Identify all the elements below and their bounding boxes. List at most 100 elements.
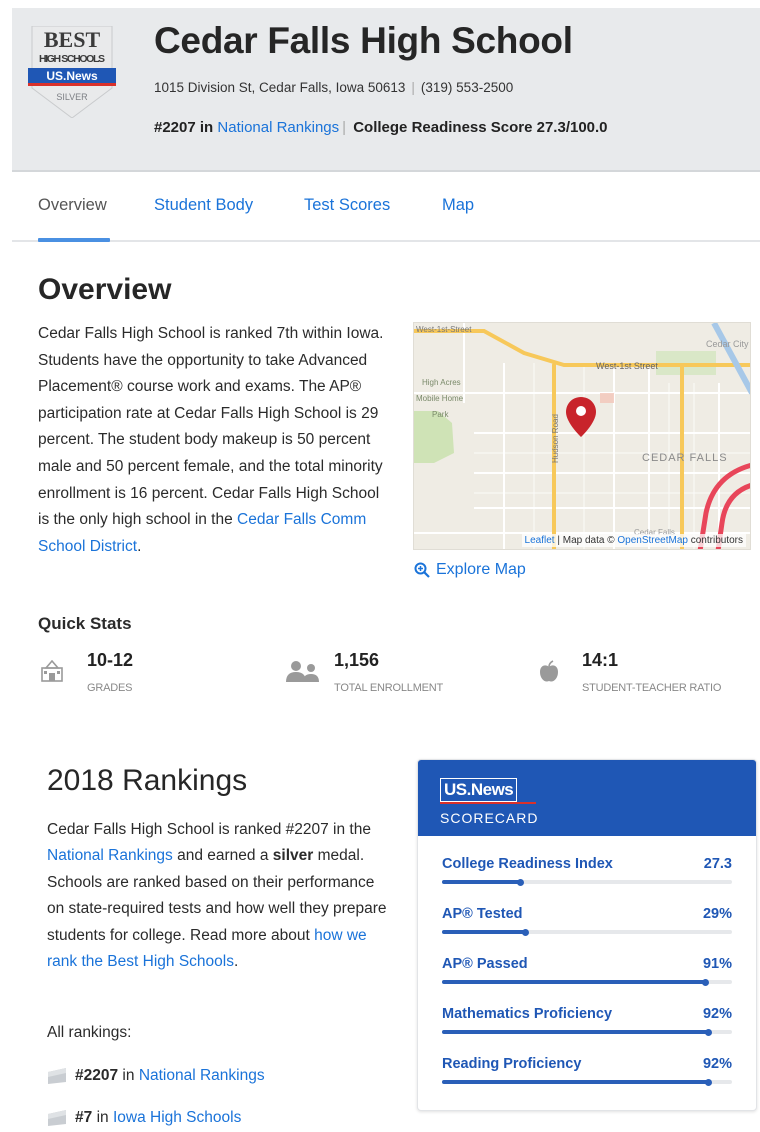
ranking-item-state: #7 in Iowa High Schools xyxy=(47,1109,241,1127)
tab-student-body[interactable]: Student Body xyxy=(154,196,253,215)
scorecard-title: SCORECARD xyxy=(440,810,539,826)
ranking-badge-icon xyxy=(48,1068,66,1084)
quick-stats-heading: Quick Stats xyxy=(38,614,132,633)
svg-text:BEST: BEST xyxy=(44,27,101,52)
ranking-in: in xyxy=(96,1109,109,1126)
scorecard-metric-label: AP® Tested xyxy=(442,906,523,922)
progress-track xyxy=(442,978,732,986)
map-attribution: Leaflet | Map data © OpenStreetMap contr… xyxy=(521,534,746,547)
ranking-in: in xyxy=(122,1067,135,1084)
svg-text:Park: Park xyxy=(432,410,449,419)
divider: | xyxy=(411,80,415,95)
stat-label: TOTAL ENROLLMENT xyxy=(334,682,444,694)
school-header: BEST HIGH SCHOOLS US.News SILVER Cedar F… xyxy=(12,8,760,172)
tab-test-scores[interactable]: Test Scores xyxy=(304,196,390,215)
svg-text:Cedar City: Cedar City xyxy=(706,339,749,349)
ranking-value: #7 xyxy=(75,1109,93,1126)
progress-fill xyxy=(442,1080,709,1084)
address-line: 1015 Division St, Cedar Falls, Iowa 5061… xyxy=(154,80,513,95)
zoom-in-icon xyxy=(414,562,430,578)
scorecard-metric-value: 29% xyxy=(702,906,732,922)
stat-value: 1,156 xyxy=(334,650,380,670)
rankings-text: Cedar Falls High School is ranked #2207 … xyxy=(47,821,371,838)
svg-text:West-1st Street: West-1st Street xyxy=(596,361,658,371)
school-map[interactable]: West-1st-Street West-1st Street Cedar Ci… xyxy=(413,322,751,550)
ranking-value: #2207 xyxy=(75,1067,119,1084)
progress-track xyxy=(442,1078,732,1086)
svg-text:West-1st-Street: West-1st-Street xyxy=(416,325,472,334)
scorecard-metric-label: College Readiness Index xyxy=(442,856,613,872)
progress-fill xyxy=(442,880,521,884)
rankings-heading: 2018 Rankings xyxy=(47,764,248,797)
school-building-icon xyxy=(41,660,63,682)
rank-value: #2207 in xyxy=(154,119,214,136)
scorecard-metric-label: AP® Passed xyxy=(442,956,528,972)
progress-knob xyxy=(517,878,524,886)
scorecard-header: US.News SCORECARD xyxy=(418,760,756,836)
active-tab-indicator xyxy=(38,238,110,242)
logo-accent xyxy=(440,802,536,804)
ranking-item-national: #2207 in National Rankings xyxy=(47,1067,265,1085)
ranking-badge-icon xyxy=(48,1110,66,1126)
svg-text:High Acres: High Acres xyxy=(422,378,461,387)
progress-knob xyxy=(705,1028,712,1036)
address: 1015 Division St, Cedar Falls, Iowa 5061… xyxy=(154,80,406,95)
national-rankings-link[interactable]: National Rankings xyxy=(47,847,173,864)
people-icon xyxy=(286,661,319,682)
openstreetmap-link[interactable]: OpenStreetMap xyxy=(617,535,688,546)
explore-map-link[interactable]: Explore Map xyxy=(414,561,526,579)
progress-knob xyxy=(705,1078,712,1086)
svg-text:CEDAR FALLS: CEDAR FALLS xyxy=(642,452,728,464)
iowa-rankings-link[interactable]: Iowa High Schools xyxy=(113,1109,241,1126)
rankings-text: and earned a xyxy=(172,847,273,865)
tab-overview[interactable]: Overview xyxy=(38,196,107,215)
progress-fill xyxy=(442,1030,709,1034)
stat-label: GRADES xyxy=(87,682,133,694)
scorecard-metric-value: 27.3 xyxy=(703,856,732,872)
apple-icon xyxy=(540,660,558,682)
stat-value: 14:1 xyxy=(582,650,619,670)
progress-fill xyxy=(442,980,706,984)
scorecard-metric-label: Mathematics Proficiency xyxy=(442,1006,613,1022)
scorecard-panel: US.News SCORECARD College Readiness Inde… xyxy=(417,759,757,1111)
svg-text:HIGH SCHOOLS: HIGH SCHOOLS xyxy=(39,53,105,65)
progress-knob xyxy=(522,928,529,936)
attribution-text-end: contributors xyxy=(687,535,743,546)
national-rankings-link[interactable]: National Rankings xyxy=(139,1067,265,1084)
national-rankings-link[interactable]: National Rankings xyxy=(217,119,339,136)
scorecard-metric-value: 92% xyxy=(702,1056,732,1072)
divider: | xyxy=(342,119,347,136)
explore-map-label: Explore Map xyxy=(436,561,526,578)
scorecard-metric-value: 92% xyxy=(702,1006,732,1022)
progress-track xyxy=(442,1028,732,1036)
overview-heading: Overview xyxy=(38,273,172,306)
usnews-logo: US.News xyxy=(440,778,518,802)
svg-text:US.News: US.News xyxy=(46,69,98,83)
tab-map[interactable]: Map xyxy=(442,196,474,215)
tab-bar: Overview Student Body Test Scores Map xyxy=(12,174,760,242)
best-high-schools-badge-icon: BEST HIGH SCHOOLS US.News SILVER xyxy=(26,25,118,119)
rank-summary: #2207 in National Rankings | College Read… xyxy=(154,119,608,136)
readiness-score: College Readiness Score 27.3/100.0 xyxy=(353,119,608,136)
rankings-text-end: . xyxy=(233,953,239,971)
progress-fill xyxy=(442,930,526,934)
progress-track xyxy=(442,928,732,936)
progress-knob xyxy=(702,978,709,986)
svg-text:Mobile Home: Mobile Home xyxy=(416,394,464,403)
rankings-description: Cedar Falls High School is ranked #2207 … xyxy=(47,817,392,975)
overview-text-end: . xyxy=(137,537,142,555)
all-rankings-label: All rankings: xyxy=(47,1024,132,1041)
medal-type: silver xyxy=(272,847,314,865)
phone: (319) 553-2500 xyxy=(420,80,514,95)
svg-text:Hudson Road: Hudson Road xyxy=(551,414,560,463)
stat-label: STUDENT-TEACHER RATIO xyxy=(582,682,722,694)
overview-text: Cedar Falls High School is ranked 7th wi… xyxy=(38,325,384,529)
page-title: Cedar Falls High School xyxy=(154,20,573,61)
attribution-text: | Map data © xyxy=(554,535,618,546)
overview-description: Cedar Falls High School is ranked 7th wi… xyxy=(38,321,390,560)
leaflet-link[interactable]: Leaflet xyxy=(525,535,555,546)
stat-value: 10-12 xyxy=(87,650,134,670)
scorecard-metric-label: Reading Proficiency xyxy=(442,1056,582,1072)
progress-track xyxy=(442,878,732,886)
scorecard-metric-value: 91% xyxy=(702,956,732,972)
